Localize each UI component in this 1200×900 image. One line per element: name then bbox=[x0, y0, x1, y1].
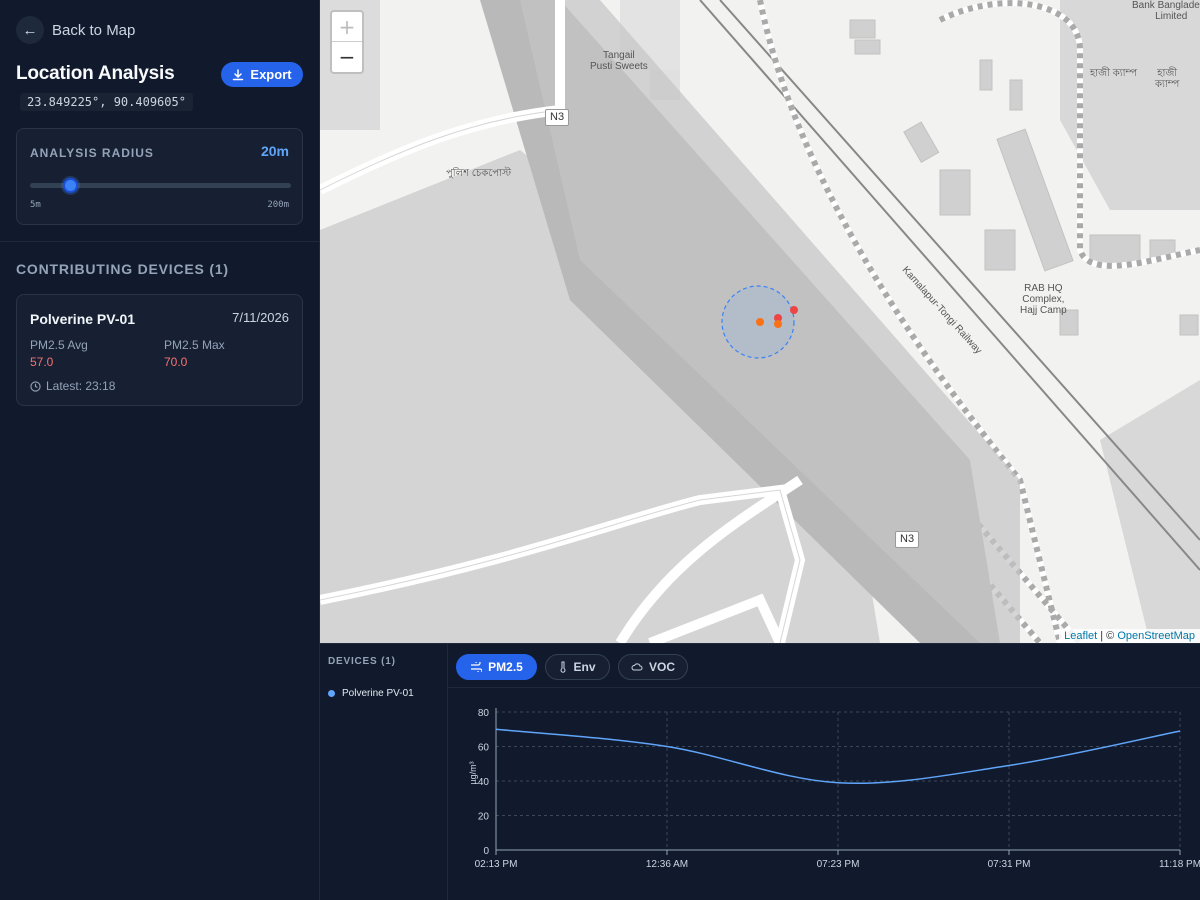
poi-bank: Bank Bangladesh Limited bbox=[1132, 0, 1200, 22]
device-date: 7/11/2026 bbox=[232, 310, 289, 325]
osm-link[interactable]: OpenStreetMap bbox=[1117, 630, 1195, 642]
x-tick-label: 07:23 PM bbox=[817, 859, 860, 870]
attribution-sep: | © bbox=[1097, 630, 1118, 642]
max-label: PM2.5 Max bbox=[164, 338, 225, 352]
poi-rab: RAB HQ Complex, Hajj Camp bbox=[1020, 283, 1067, 316]
clock-icon bbox=[30, 380, 41, 392]
export-label: Export bbox=[250, 67, 292, 82]
poi-police: পুলিশ চেকপোস্ট bbox=[446, 168, 512, 179]
tab-voc[interactable]: VOC bbox=[618, 654, 688, 680]
avg-value: 57.0 bbox=[30, 355, 54, 369]
y-axis-label: µg/m³ bbox=[468, 761, 478, 784]
tab-label: PM2.5 bbox=[488, 660, 523, 674]
back-label: Back to Map bbox=[52, 21, 136, 39]
section-title: CONTRIBUTING DEVICES (1) bbox=[16, 261, 229, 277]
devices-title: DEVICES (1) bbox=[328, 656, 396, 667]
arrow-left-icon: ← bbox=[16, 16, 44, 44]
radius-value: 20m bbox=[260, 143, 289, 159]
pm25-line-chart: 0 20 40 60 80 02:13 PM 12:36 AM 07:23 PM 07:31 P… bbox=[468, 708, 1200, 870]
map[interactable]: + − Tangail Pusti Sweets Bank Bangladesh… bbox=[320, 0, 1200, 643]
latest-label: Latest: 23:18 bbox=[46, 379, 116, 393]
metric-tabs: PM2.5 Env VOC bbox=[448, 644, 1200, 688]
map-attribution: Leaflet | © OpenStreetMap bbox=[1059, 629, 1200, 643]
radius-card: ANALYSIS RADIUS 20m 5m 200m bbox=[16, 128, 303, 225]
series-color-dot bbox=[328, 690, 335, 697]
wind-icon bbox=[471, 662, 483, 672]
slider-min-label: 5m bbox=[30, 200, 41, 210]
latest-time: Latest: 23:18 bbox=[30, 379, 115, 393]
cloud-icon bbox=[631, 663, 643, 671]
tab-label: VOC bbox=[648, 660, 675, 674]
avg-label: PM2.5 Avg bbox=[30, 338, 88, 352]
y-tick-label: 80 bbox=[478, 708, 490, 719]
device-list-item[interactable]: Polverine PV-01 bbox=[328, 688, 414, 699]
map-tiles bbox=[320, 0, 1200, 643]
y-tick-label: 40 bbox=[478, 777, 490, 788]
max-value: 70.0 bbox=[164, 355, 188, 369]
road-shield-n3: N3 bbox=[895, 531, 920, 548]
leaflet-link[interactable]: Leaflet bbox=[1064, 630, 1097, 642]
sidebar: ← Back to Map Location Analysis Export 2… bbox=[0, 0, 320, 900]
x-tick-label: 07:31 PM bbox=[988, 859, 1031, 870]
radius-label: ANALYSIS RADIUS bbox=[30, 146, 154, 160]
device-list-label: Polverine PV-01 bbox=[342, 688, 414, 699]
tab-label: Env bbox=[573, 660, 596, 674]
divider bbox=[0, 241, 319, 242]
x-tick-label: 02:13 PM bbox=[475, 859, 518, 870]
zoom-in-button[interactable]: + bbox=[332, 12, 362, 42]
radius-slider-thumb[interactable] bbox=[63, 178, 79, 193]
y-tick-label: 20 bbox=[478, 812, 490, 823]
export-button[interactable]: Export bbox=[221, 62, 303, 87]
poi-haji: হাজী ক্যাম্প bbox=[1090, 68, 1138, 79]
poi-haji-2: হাজী ক্যাম্প bbox=[1155, 68, 1180, 90]
road-shield-n3: N3 bbox=[545, 109, 570, 126]
device-card[interactable]: Polverine PV-01 7/11/2026 PM2.5 Avg 57.0… bbox=[16, 294, 303, 406]
y-tick-label: 0 bbox=[483, 846, 489, 857]
y-tick-label: 60 bbox=[478, 743, 490, 754]
download-icon bbox=[233, 68, 244, 80]
tab-env[interactable]: Env bbox=[545, 654, 610, 680]
bottom-panel: DEVICES (1) Polverine PV-01 PM2.5 Env VO… bbox=[320, 643, 1200, 900]
poi-tangail: Tangail Pusti Sweets bbox=[590, 50, 648, 72]
device-name: Polverine PV-01 bbox=[30, 311, 136, 327]
tab-pm25[interactable]: PM2.5 bbox=[456, 654, 537, 680]
back-to-map-button[interactable]: ← Back to Map bbox=[16, 16, 135, 44]
coordinates: 23.849225°, 90.409605° bbox=[20, 93, 193, 111]
x-tick-label: 11:18 PM bbox=[1159, 859, 1200, 870]
page-title: Location Analysis bbox=[16, 63, 175, 84]
device-list: DEVICES (1) Polverine PV-01 bbox=[320, 644, 448, 900]
zoom-control: + − bbox=[330, 10, 364, 74]
x-tick-label: 12:36 AM bbox=[646, 859, 688, 870]
slider-max-label: 200m bbox=[267, 200, 289, 210]
zoom-out-button[interactable]: − bbox=[332, 42, 362, 72]
thermometer-icon bbox=[561, 661, 566, 673]
